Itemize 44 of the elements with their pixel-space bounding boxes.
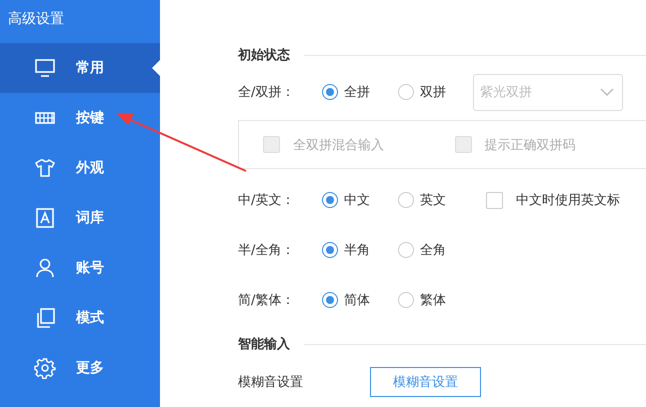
checkbox-label: 提示正确双拼码 (484, 136, 576, 154)
radio-label: 简体 (344, 292, 370, 309)
selection-pointer (152, 60, 160, 76)
sidebar-item[interactable]: 外观 (0, 143, 160, 193)
radio-button[interactable] (398, 84, 414, 100)
sidebar-item[interactable]: 词库 (0, 193, 160, 243)
setting-label: 全/双拼： (238, 84, 296, 101)
settings-button[interactable]: 模糊音设置 (370, 367, 481, 397)
section-heading: 智能输入 (238, 336, 290, 353)
checkbox-label: 全双拼混合输入 (293, 136, 384, 154)
radio-button[interactable] (322, 192, 338, 208)
radio-button[interactable] (398, 192, 414, 208)
chevron-down-icon (600, 87, 614, 97)
radio-label: 全角 (420, 242, 446, 259)
radio-label: 中文 (344, 192, 370, 209)
radio-label: 英文 (420, 192, 446, 209)
sidebar-item[interactable]: 更多 (0, 343, 160, 393)
sidebar-item[interactable]: 按键 (0, 93, 160, 143)
radio-label: 全拼 (344, 84, 370, 101)
radio-label: 双拼 (420, 84, 446, 101)
checkbox-label: 中文时使用英文标 (516, 192, 620, 209)
radio-button[interactable] (398, 242, 414, 258)
radio-button[interactable] (398, 292, 414, 308)
sidebar-item[interactable]: 账号 (0, 243, 160, 293)
radio-button[interactable] (322, 84, 338, 100)
sidebar-item[interactable]: 模式 (0, 293, 160, 343)
sidebar-item[interactable]: 常用 (0, 43, 160, 93)
radio-button[interactable] (322, 242, 338, 258)
setting-label: 模糊音设置 (238, 374, 304, 391)
monitor-icon (34, 57, 56, 79)
person-icon (34, 257, 56, 279)
radio-label: 半角 (344, 242, 370, 259)
setting-label: 半/全角： (238, 242, 296, 259)
pages-icon (34, 307, 56, 329)
gear-icon (34, 357, 56, 379)
section-heading: 初始状态 (238, 46, 290, 64)
setting-label: 中/英文： (238, 192, 296, 209)
letter-a-icon (34, 207, 56, 229)
checkbox[interactable] (486, 192, 503, 208)
setting-label: 简/繁体： (238, 292, 296, 309)
radio-button[interactable] (322, 292, 338, 308)
shirt-icon (34, 157, 56, 179)
window-title: 高级设置 (7, 10, 65, 29)
radio-label: 繁体 (420, 292, 446, 309)
